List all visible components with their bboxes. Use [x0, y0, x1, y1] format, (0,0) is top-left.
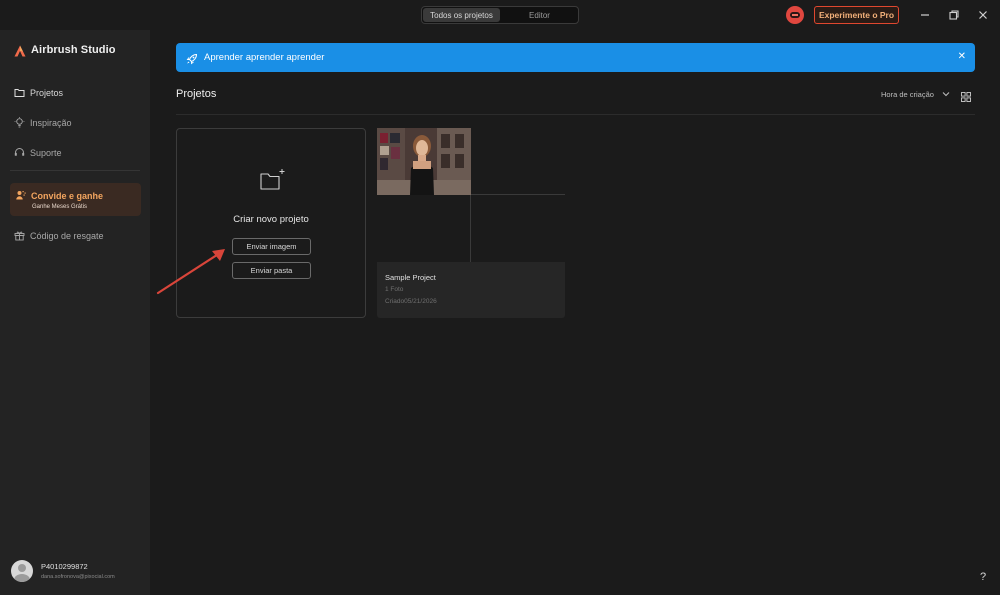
upload-image-button[interactable]: Enviar imagem: [232, 238, 311, 255]
brand-name: Airbrush Studio: [31, 44, 116, 56]
sidebar-divider: [10, 170, 140, 171]
grid-view-icon[interactable]: [961, 89, 971, 102]
project-created-date: Criado05/21/2026: [385, 298, 437, 305]
tab-editor[interactable]: Editor: [501, 7, 578, 23]
airbrush-logo-icon: [14, 44, 26, 57]
gift-icon: [14, 230, 25, 241]
brand: Airbrush Studio: [14, 44, 116, 57]
try-pro-button[interactable]: Experimente o Pro: [814, 6, 899, 24]
page-title: Projetos: [176, 88, 217, 100]
invite-title: Convide e ganhe: [31, 190, 104, 201]
sidebar-item-redeem-code[interactable]: Código de resgate: [14, 230, 104, 241]
sort-dropdown[interactable]: Hora de criação: [881, 90, 950, 99]
tab-all-projects[interactable]: Todos os projetos: [423, 8, 500, 22]
sidebar-item-projects[interactable]: Projetos: [14, 87, 63, 98]
sidebar: Airbrush Studio Projetos Inspiração Supo…: [0, 30, 150, 595]
title-bar: Todos os projetos Editor Experimente o P…: [0, 0, 1000, 30]
user-name: P4010299872: [41, 562, 88, 571]
user-account[interactable]: P4010299872 dana.sofronova@pixocial.com: [11, 560, 115, 582]
placeholder-divider: [471, 194, 565, 195]
chevron-down-icon: [942, 90, 950, 99]
minimize-icon[interactable]: [918, 8, 932, 22]
project-name: Sample Project: [385, 273, 436, 282]
project-info: Sample Project 1 Foto Criado05/21/2026: [377, 262, 565, 318]
assistant-bot-icon[interactable]: [786, 6, 804, 24]
invite-and-earn[interactable]: Convide e ganhe Ganhe Meses Grátis: [10, 183, 141, 216]
header-divider: [176, 114, 975, 115]
tutorial-banner[interactable]: Aprender aprender aprender ✕: [176, 43, 975, 72]
sidebar-item-support[interactable]: Suporte: [14, 147, 62, 158]
sort-label: Hora de criação: [881, 90, 934, 99]
project-thumbnail: [377, 128, 471, 195]
close-icon[interactable]: [976, 8, 990, 22]
banner-text: Aprender aprender aprender: [204, 52, 325, 63]
view-switcher: Todos os projetos Editor: [421, 6, 579, 24]
sidebar-item-inspiration[interactable]: Inspiração: [14, 117, 72, 128]
sidebar-item-label: Código de resgate: [30, 230, 104, 241]
avatar: [11, 560, 33, 582]
restore-icon[interactable]: [947, 8, 961, 22]
upload-folder-button[interactable]: Enviar pasta: [232, 262, 311, 279]
banner-close-icon[interactable]: ✕: [958, 51, 966, 62]
headset-icon: [14, 147, 25, 158]
project-photo-count: 1 Foto: [385, 286, 404, 293]
annotation-arrow-icon: [150, 240, 240, 300]
sidebar-item-label: Projetos: [30, 87, 64, 98]
placeholder-divider: [470, 195, 471, 262]
folder-icon: [14, 87, 25, 98]
rocket-icon: [186, 52, 198, 64]
project-card[interactable]: Sample Project 1 Foto Criado05/21/2026: [377, 128, 565, 318]
lightbulb-icon: [14, 117, 25, 128]
create-project-title: Criar novo projeto: [233, 214, 309, 225]
new-folder-icon: [260, 167, 286, 193]
people-gift-icon: [16, 190, 27, 201]
invite-title-row: Convide e ganhe: [16, 190, 103, 201]
user-email: dana.sofronova@pixocial.com: [41, 574, 115, 580]
invite-subtitle: Ganhe Meses Grátis: [32, 204, 88, 210]
sidebar-item-label: Suporte: [30, 147, 62, 158]
sidebar-item-label: Inspiração: [30, 117, 72, 128]
help-button[interactable]: ?: [980, 571, 986, 583]
